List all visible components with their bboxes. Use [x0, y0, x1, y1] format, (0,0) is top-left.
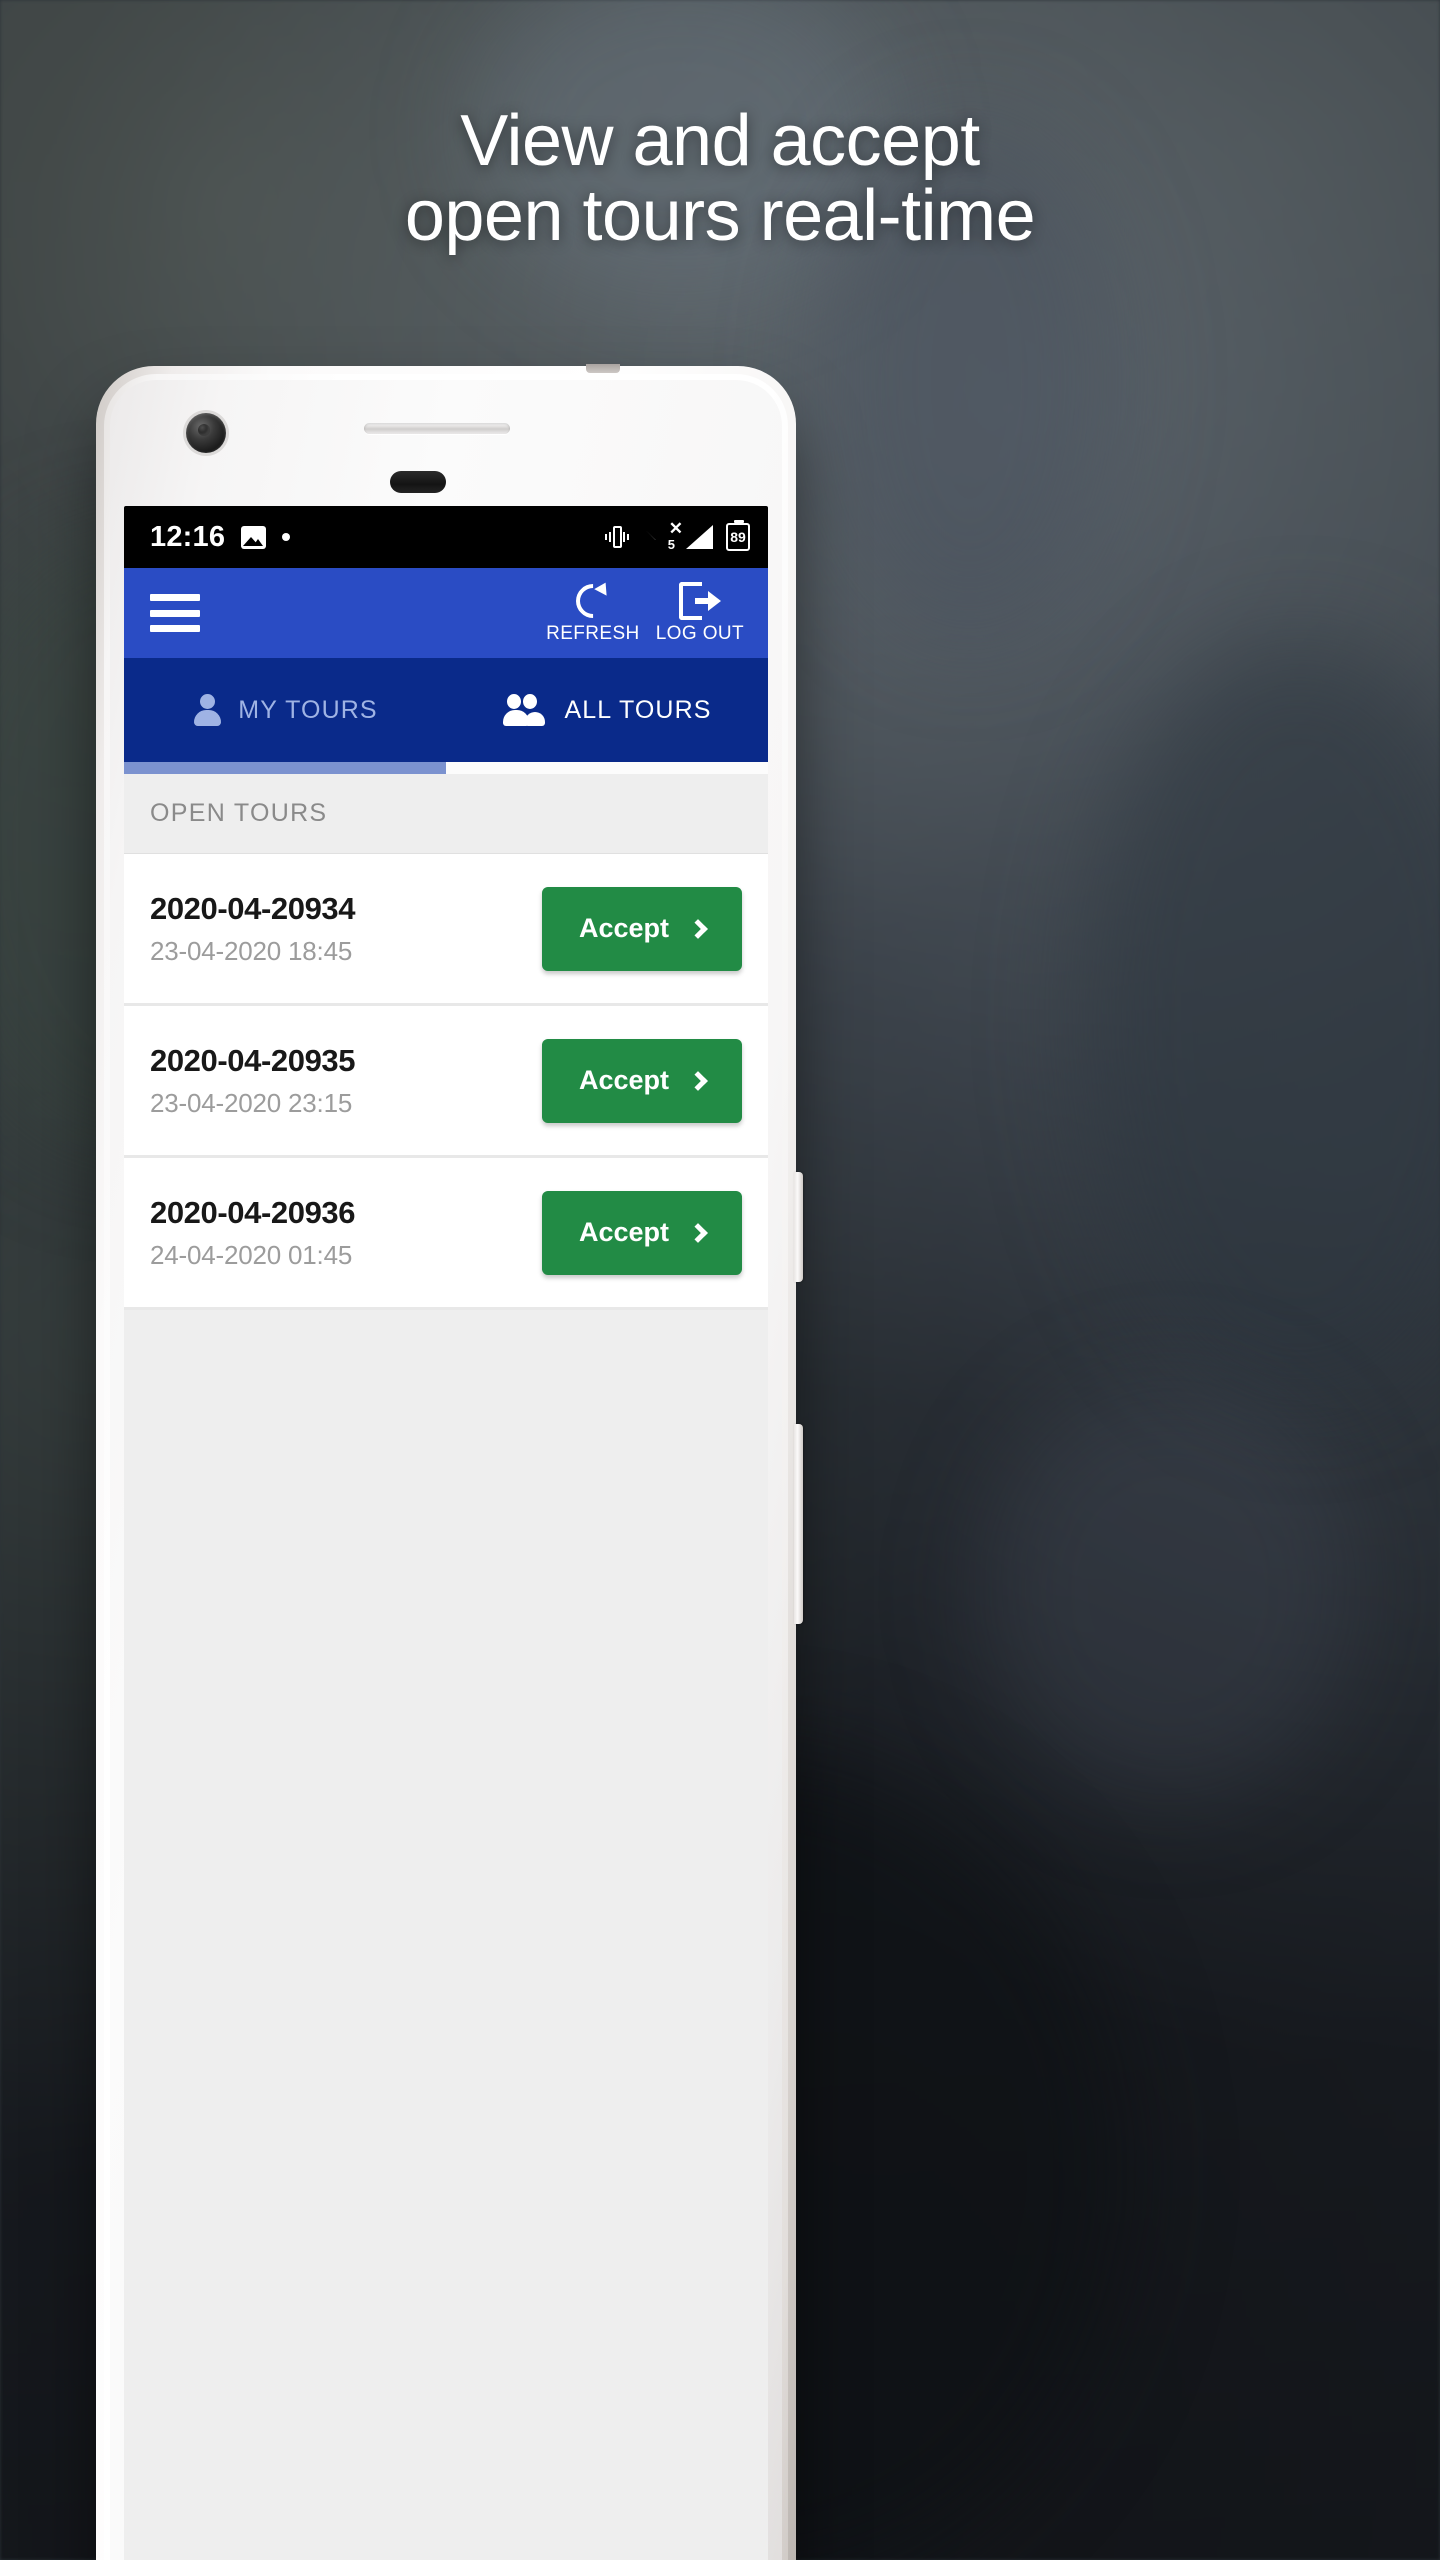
wifi-no-internet-icon: ✕ [668, 519, 683, 538]
open-tours-section-header: OPEN TOURS [124, 774, 768, 854]
tab-all-tours-label: ALL TOURS [564, 695, 712, 724]
tab-my-tours-label: MY TOURS [238, 695, 378, 724]
accept-button-label: Accept [578, 913, 670, 943]
empty-list-space [124, 1310, 768, 2560]
camera-icon [186, 413, 226, 453]
wifi-icon: 5 ✕ [643, 520, 683, 552]
phone-mockup: 12:16 5 ✕ 89 REFRESH LOG OUT MY TOURS AL… [96, 364, 803, 2560]
chevron-right-icon [688, 918, 708, 939]
wifi-badge: 5 [667, 537, 675, 552]
accept-button-label: Accept [578, 1065, 670, 1095]
earpiece-speaker [364, 423, 510, 434]
tour-info: 2020-04-20936 24-04-2020 01:45 [150, 1195, 542, 1271]
phone-screen: 12:16 5 ✕ 89 REFRESH LOG OUT MY TOURS AL… [124, 506, 768, 2560]
promo-screenshot: View and accept open tours real-time 12:… [0, 0, 1440, 2560]
app-bar: REFRESH LOG OUT [124, 568, 768, 658]
tour-id: 2020-04-20935 [150, 1042, 356, 1078]
tour-datetime: 24-04-2020 01:45 [150, 1239, 353, 1270]
vibrate-icon [604, 524, 630, 550]
refresh-label: REFRESH [546, 622, 640, 644]
android-status-bar: 12:16 5 ✕ 89 [124, 506, 768, 568]
person-icon [192, 694, 222, 726]
tab-indicator-left [124, 762, 446, 774]
power-button[interactable] [794, 1172, 803, 1282]
table-row[interactable]: 2020-04-20935 23-04-2020 23:15 Accept [124, 1006, 768, 1158]
volume-rocker[interactable] [794, 1424, 803, 1624]
tour-info: 2020-04-20935 23-04-2020 23:15 [150, 1043, 542, 1119]
tours-list: OPEN TOURS 2020-04-20934 23-04-2020 18:4… [124, 774, 768, 2560]
signal-bars-icon [686, 525, 713, 549]
chevron-right-icon [688, 1222, 708, 1243]
tour-info: 2020-04-20934 23-04-2020 18:45 [150, 891, 542, 967]
battery-icon: 89 [726, 520, 750, 551]
table-row[interactable]: 2020-04-20936 24-04-2020 01:45 Accept [124, 1158, 768, 1310]
tour-datetime: 23-04-2020 18:45 [150, 935, 353, 966]
accept-button[interactable]: Accept [542, 1038, 742, 1123]
notification-dot-icon [282, 533, 291, 541]
tab-my-tours[interactable]: MY TOURS [124, 658, 446, 762]
proximity-sensor [390, 471, 446, 493]
status-bar-right: 5 ✕ 89 [604, 520, 750, 552]
status-bar-clock: 12:16 [150, 520, 226, 553]
status-bar-left: 12:16 [150, 521, 604, 554]
accept-button[interactable]: Accept [542, 886, 742, 971]
tab-indicator [124, 762, 768, 774]
accept-button[interactable]: Accept [542, 1190, 742, 1275]
logout-label: LOG OUT [655, 622, 744, 644]
tour-id: 2020-04-20936 [150, 1194, 356, 1230]
group-icon [502, 694, 549, 726]
headline-line-2: open tours real-time [404, 175, 1036, 256]
logout-button[interactable]: LOG OUT [648, 578, 752, 649]
hamburger-menu-icon[interactable] [150, 594, 200, 632]
tours-list-area: OPEN TOURS 2020-04-20934 23-04-2020 18:4… [124, 774, 768, 2560]
promo-headline: View and accept open tours real-time [0, 104, 1440, 254]
tab-indicator-active [446, 762, 768, 774]
tab-bar: MY TOURS ALL TOURS [124, 658, 768, 762]
refresh-button[interactable]: REFRESH [538, 576, 648, 649]
refresh-icon [568, 576, 617, 625]
tour-id: 2020-04-20934 [150, 890, 356, 926]
headline-line-1: View and accept [460, 101, 980, 181]
photo-icon [241, 525, 267, 549]
chevron-right-icon [688, 1070, 708, 1091]
table-row[interactable]: 2020-04-20934 23-04-2020 18:45 Accept [124, 854, 768, 1006]
phone-top-antenna [586, 364, 620, 373]
tab-all-tours[interactable]: ALL TOURS [446, 658, 768, 762]
logout-icon [678, 581, 721, 620]
tour-datetime: 23-04-2020 23:15 [150, 1087, 353, 1118]
accept-button-label: Accept [578, 1217, 670, 1247]
